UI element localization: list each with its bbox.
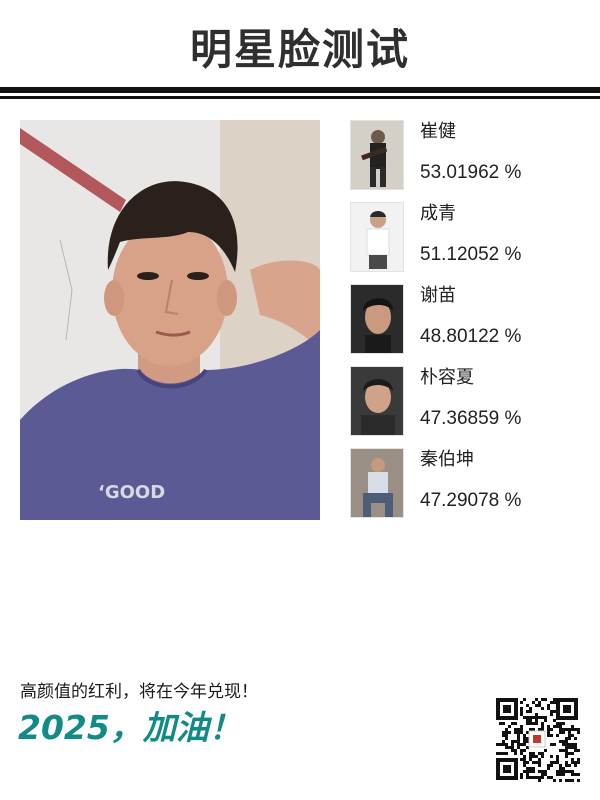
match-name: 谢苗 [420, 285, 456, 306]
match-item[interactable]: 成青 51.12052 % [350, 202, 590, 272]
celebrity-thumbnail-icon [350, 120, 404, 190]
user-photo: ‘GOOD [20, 120, 320, 520]
match-score: 47.36859 % [420, 408, 522, 429]
celebrity-thumbnail-icon [350, 366, 404, 436]
celebrity-thumbnail-icon [350, 448, 404, 518]
match-name: 崔健 [420, 121, 456, 142]
match-name: 秦伯坤 [420, 449, 474, 470]
celebrity-thumbnail-icon [350, 202, 404, 272]
match-item[interactable]: 朴容夏 47.36859 % [350, 366, 590, 436]
match-item[interactable]: 秦伯坤 47.29078 % [350, 448, 590, 518]
result-page: 明星脸测试 ‘GOOD 崔健 53.01962 % 成青 51.12052 % … [0, 0, 600, 800]
match-score: 51.12052 % [420, 244, 522, 265]
celebrity-thumbnail-icon [350, 284, 404, 354]
svg-text:‘GOOD: ‘GOOD [98, 482, 165, 503]
header-divider-thick [0, 87, 600, 93]
qr-code-graphic [496, 698, 580, 782]
match-score: 47.29078 % [420, 490, 522, 511]
header-divider-thin [0, 96, 600, 99]
match-score: 48.80122 % [420, 326, 522, 347]
match-item[interactable]: 谢苗 48.80122 % [350, 284, 590, 354]
qr-code-icon[interactable] [494, 696, 580, 782]
user-portrait-photo-icon: ‘GOOD [20, 120, 320, 520]
match-name: 成青 [420, 203, 456, 224]
page-title: 明星脸测试 [189, 25, 410, 74]
match-item[interactable]: 崔健 53.01962 % [350, 120, 590, 190]
cheer-text: 2025，加油！ [18, 708, 242, 747]
match-name: 朴容夏 [420, 367, 474, 388]
match-score: 53.01962 % [420, 162, 522, 183]
slogan-text: 高颜值的红利，将在今年兑现！ [20, 682, 258, 702]
